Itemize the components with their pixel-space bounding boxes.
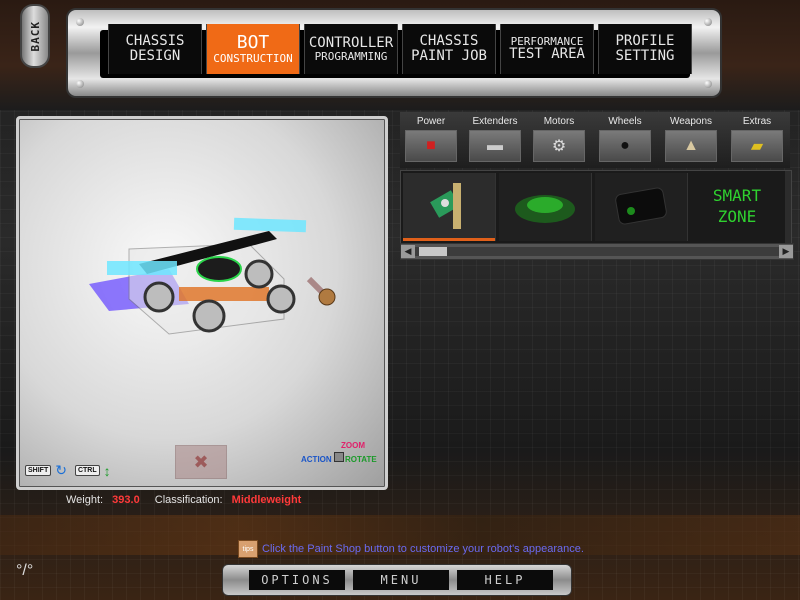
rotate-label: ROTATE	[345, 455, 377, 464]
menu-label: MENU	[380, 573, 422, 587]
tab-line2: PAINT JOB	[411, 48, 487, 64]
action-label: ACTION	[301, 455, 332, 464]
wheel-rear-left	[244, 259, 274, 289]
options-label: OPTIONS	[261, 573, 333, 587]
tab-chassis-design[interactable]: CHASSIS DESIGN	[108, 24, 202, 74]
part-item-black-module[interactable]	[595, 173, 688, 241]
tab-line1: CONTROLLER	[308, 34, 394, 51]
wrench-icon: ✖	[193, 451, 209, 472]
weight-value: 393.0	[112, 494, 140, 506]
wheel-front-right	[192, 299, 226, 333]
tab-chassis-paint-job[interactable]: CHASSIS PAINT JOB	[402, 24, 496, 74]
move-up-icon: ↕	[103, 462, 111, 479]
green-module-icon	[515, 195, 575, 223]
parts-category-bar: Power ■ Extenders ▬ Motors ⚙ Wheels ● We…	[400, 112, 790, 168]
battery-icon: ■	[405, 130, 457, 162]
delete-part-button[interactable]: ✖	[175, 445, 227, 479]
scroll-thumb[interactable]	[419, 247, 447, 256]
control-hints: SHIFT ↻ CTRL ↕	[25, 462, 111, 479]
category-label: Extras	[742, 116, 772, 127]
classification-label: Classification:	[154, 494, 223, 506]
robot-arm-left	[107, 261, 177, 275]
category-label: Weapons	[669, 116, 713, 127]
rivet-icon	[704, 80, 712, 88]
tab-line1: CHASSIS	[125, 33, 185, 50]
scroll-track[interactable]	[415, 247, 779, 256]
wheel-front-left	[143, 281, 175, 313]
wheel-rear-right	[266, 284, 296, 314]
classification-value: Middleweight	[231, 494, 302, 506]
back-button[interactable]: BACK	[20, 4, 50, 68]
mode-knob[interactable]	[334, 452, 344, 462]
tab-line2: TEST AREA	[509, 46, 585, 63]
corner-logo-icon: °/°	[16, 562, 34, 579]
rivet-icon	[76, 80, 84, 88]
tab-bot-construction[interactable]: BOT CONSTRUCTION	[206, 24, 300, 74]
smart-zone-line2: ZONE	[717, 207, 757, 226]
part-item-sensor[interactable]	[403, 173, 496, 241]
category-label: Motors	[543, 116, 575, 127]
help-label: HELP	[484, 573, 526, 587]
tab-line2: CONSTRUCTION	[213, 51, 293, 65]
help-button[interactable]: HELP	[457, 570, 553, 590]
extras-icon: ▰	[731, 130, 783, 162]
extender-icon: ▬	[469, 130, 521, 162]
ctrl-key: CTRL	[74, 465, 100, 476]
parts-scrollbar[interactable]: ◀ ▶	[400, 243, 794, 260]
rivet-icon	[76, 18, 84, 26]
bottom-button-bar: OPTIONS MENU HELP	[222, 564, 572, 596]
zoom-label: ZOOM	[341, 441, 365, 450]
rivet-icon	[704, 18, 712, 26]
options-button[interactable]: OPTIONS	[249, 570, 345, 590]
robot-stats: Weight: 393.0 Classification: Middleweig…	[66, 494, 307, 506]
wheel-icon: ●	[599, 130, 651, 162]
shift-key: SHIFT	[25, 465, 52, 476]
tab-profile-setting[interactable]: PROFILE SETTING	[598, 24, 692, 74]
scroll-left-arrow-icon[interactable]: ◀	[401, 245, 415, 258]
robot-model[interactable]	[19, 119, 385, 487]
category-wheels[interactable]: Wheels ●	[594, 112, 656, 162]
tab-controller-programming[interactable]: CONTROLLER PROGRAMMING	[304, 24, 398, 74]
robot-arm-right	[233, 217, 307, 233]
rotate-icon: ↻	[55, 462, 67, 478]
tips-icon-label: tips	[242, 545, 254, 553]
category-label: Wheels	[608, 116, 642, 127]
parts-vertical-scrollbar[interactable]	[785, 171, 791, 243]
black-module-icon	[615, 187, 667, 225]
back-button-label: BACK	[28, 20, 42, 52]
view-mode-indicator[interactable]: ZOOM ACTION ROTATE	[301, 441, 381, 475]
tip-text: Click the Paint Shop button to customize…	[262, 543, 584, 555]
category-power[interactable]: Power ■	[400, 112, 462, 162]
tab-line2: DESIGN	[129, 48, 181, 64]
robot-3d-viewport[interactable]: SHIFT ↻ CTRL ↕ ✖ ZOOM ACTION ROTATE	[16, 116, 388, 490]
category-label: Power	[416, 116, 446, 127]
floating-part-gear	[318, 288, 336, 306]
category-extenders[interactable]: Extenders ▬	[464, 112, 526, 162]
sensor-part-icon	[430, 183, 461, 229]
tip-bar: tips Click the Paint Shop button to cust…	[238, 540, 584, 558]
tab-line1: CHASSIS	[419, 33, 479, 50]
weapon-icon: ▲	[665, 130, 717, 162]
weight-label: Weight:	[66, 494, 104, 506]
tab-performance-test-area[interactable]: PERFORMANCE TEST AREA	[500, 24, 594, 74]
parts-list: SMART ZONE	[400, 170, 792, 244]
tab-line1: BOT	[236, 31, 270, 53]
tab-line2: SETTING	[615, 48, 675, 64]
scroll-right-arrow-icon[interactable]: ▶	[779, 245, 793, 258]
category-label: Extenders	[472, 116, 518, 127]
robot-frame	[179, 287, 269, 301]
motor-icon: ⚙	[533, 130, 585, 162]
tab-line2: PROGRAMMING	[314, 49, 388, 63]
robot-turret	[196, 256, 242, 282]
tips-icon: tips	[238, 540, 258, 558]
category-weapons[interactable]: Weapons ▲	[660, 112, 722, 162]
category-extras[interactable]: Extras ▰	[726, 112, 788, 162]
smart-zone-line1: SMART	[712, 186, 762, 206]
part-item-green-module[interactable]	[499, 173, 592, 241]
tab-line1: PROFILE	[615, 33, 675, 50]
smart-zone[interactable]: SMART ZONE	[691, 173, 783, 241]
menu-button[interactable]: MENU	[353, 570, 449, 590]
category-motors[interactable]: Motors ⚙	[528, 112, 590, 162]
